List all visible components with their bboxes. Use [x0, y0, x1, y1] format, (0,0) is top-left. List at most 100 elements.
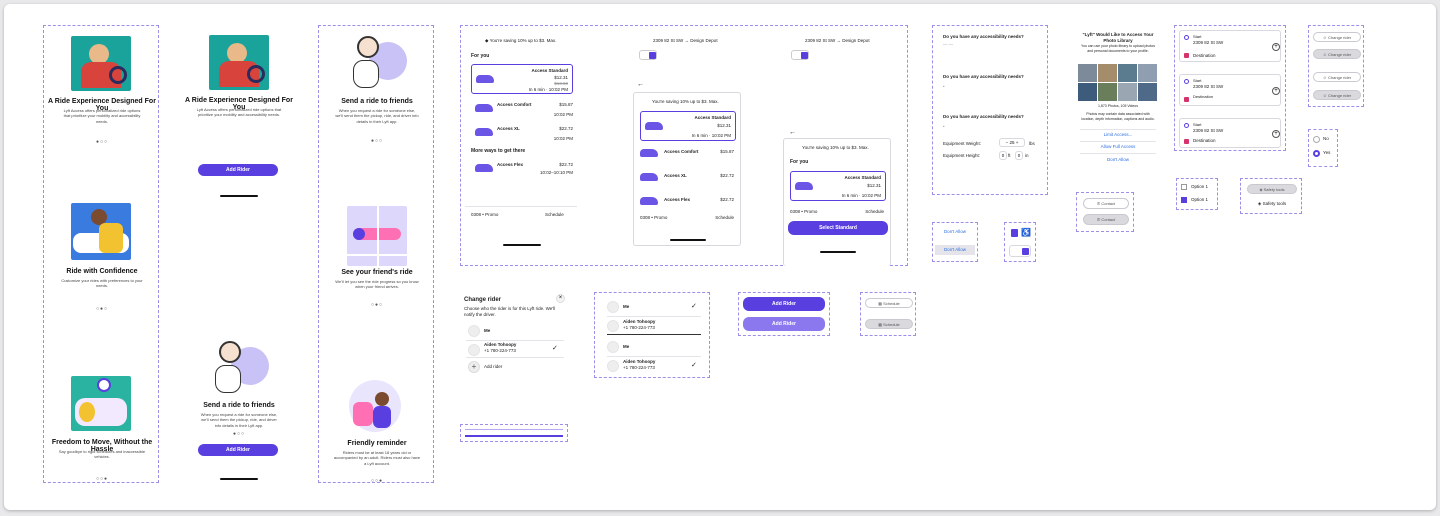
add-icon[interactable]: +	[468, 361, 480, 373]
savings-banner: You're saving 10% up to $3. Max.	[652, 99, 719, 104]
add-stop-icon[interactable]: +	[1272, 43, 1280, 51]
in-unit: in	[1025, 153, 1029, 158]
schedule-button[interactable]: ▦ Schedule	[865, 298, 913, 308]
section-more-ways: More ways to get there	[471, 148, 526, 154]
ride-price: $12.31	[867, 183, 881, 188]
ride-option-standard[interactable]: Access Standard $12.31 $13.60 In 6 min ·…	[471, 64, 573, 94]
ride-name[interactable]: Access Comfort	[664, 149, 699, 155]
add-rider-button[interactable]: Add Rider	[198, 164, 278, 176]
illustration-freedom	[71, 376, 131, 431]
ride-eta: 10:02–10:10 PM	[539, 170, 573, 175]
ride-option-xl[interactable]: Access XL $22.72 10:02 PM	[471, 124, 573, 144]
section-for-you: For you	[471, 53, 490, 59]
add-rider-button[interactable]: Add Rider	[743, 297, 825, 311]
ride-eta: In 6 min · 10:02 PM	[528, 87, 568, 92]
ride-option-comfort[interactable]: Access Comfort $15.87 10:02 PM	[471, 100, 573, 120]
checkbox-checked[interactable]	[1181, 197, 1187, 203]
change-rider-button[interactable]: ☺ Change rider	[1313, 32, 1361, 42]
page-dots: ○○●	[370, 478, 384, 484]
safety-tools-variants: ◈ Safety tools ◈ Safety tools	[1240, 178, 1302, 214]
ride-name[interactable]: Access Flex	[664, 197, 690, 203]
route-header: 2309 82 St SW → Design Depot	[805, 38, 870, 43]
ride-price: $12.31	[717, 123, 731, 128]
ride-option-standard[interactable]: Access Standard $12.31 In 6 min · 10:02 …	[640, 111, 736, 141]
radio-no[interactable]	[1313, 136, 1320, 143]
contact-button-variants: ✆ Contact ✆ Contact	[1076, 192, 1134, 232]
weight-stepper[interactable]: − 25 +	[999, 138, 1025, 147]
destination-label: Destination	[1193, 138, 1216, 143]
onboarding-title: Send a ride to friends	[341, 98, 413, 105]
ride-price: $15.87	[720, 149, 734, 154]
radio-yes-selected[interactable]	[1313, 150, 1320, 157]
add-rider-button[interactable]: Add Rider	[198, 444, 278, 456]
page-dots: ●○○	[232, 431, 246, 437]
onboarding-body: Say goodbye to rigid schedules and inacc…	[58, 449, 146, 460]
rider-me[interactable]: Me	[623, 344, 629, 350]
change-rider-button-pressed[interactable]: ☺ Change rider	[1313, 90, 1361, 100]
change-rider-title: Change rider	[464, 297, 502, 303]
back-arrow-icon[interactable]: ←	[637, 80, 644, 89]
dont-allow-button[interactable]: Don't Allow	[935, 229, 975, 235]
weight-unit: lbs	[1029, 141, 1035, 146]
contact-button-pressed[interactable]: ✆ Contact	[1083, 214, 1129, 225]
divider-component	[460, 424, 568, 442]
change-rider-button[interactable]: ☺ Change rider	[1313, 72, 1361, 82]
page-dots: ●○○	[95, 139, 109, 145]
start-label: Start	[1193, 122, 1202, 127]
schedule-link[interactable]: Schedule	[545, 212, 564, 218]
safety-tools-button-pressed[interactable]: ◈ Safety tools	[1247, 184, 1297, 194]
accessibility-toggle[interactable]	[639, 50, 657, 60]
change-rider-button-pressed[interactable]: ☺ Change rider	[1313, 49, 1361, 59]
illustration-send-ride	[209, 339, 269, 397]
home-indicator	[670, 239, 706, 241]
add-rider-button-disabled[interactable]: Add Rider	[743, 317, 825, 331]
dont-allow-button[interactable]: Don't Allow	[1080, 157, 1156, 163]
onboarding-title: Friendly reminder	[347, 440, 407, 447]
route-card[interactable]: Start 2309 82 St SW Destination +	[1179, 74, 1281, 106]
ride-price: $15.87	[559, 102, 573, 107]
radio-variants: No Yes	[1308, 129, 1338, 167]
accessibility-toggle[interactable]	[1009, 245, 1031, 257]
schedule-link[interactable]: Schedule	[715, 215, 734, 221]
ride-name[interactable]: Access XL	[664, 173, 687, 179]
ride-name: Access Flex	[497, 162, 524, 167]
add-rider-link[interactable]: Add rider	[484, 364, 502, 370]
rider-me[interactable]: Me	[484, 328, 490, 334]
design-canvas: A Ride Experience Designed For You Lyft …	[4, 4, 1436, 510]
checkbox[interactable]	[1181, 184, 1187, 190]
accessibility-toggle[interactable]	[791, 50, 809, 60]
select-standard-button[interactable]: Select Standard	[788, 221, 888, 235]
route-card[interactable]: Start 2309 82 St SW Destination +	[1179, 118, 1281, 148]
height-in-field[interactable]: 0	[1015, 151, 1023, 160]
onboarding-body: Customize your rides with preferences to…	[61, 278, 143, 289]
safety-tools-button[interactable]: ◈ Safety tools	[1247, 201, 1297, 207]
dont-allow-button-pressed[interactable]: Don't Allow	[935, 245, 975, 255]
close-icon[interactable]: ×	[556, 294, 565, 303]
limit-access-button[interactable]: Limit Access...	[1080, 132, 1156, 138]
add-stop-icon[interactable]: +	[1272, 87, 1280, 95]
payment-method[interactable]: 0308 • Promo	[790, 209, 817, 215]
back-arrow-icon[interactable]: ←	[789, 128, 796, 137]
car-icon	[476, 75, 494, 83]
payment-method[interactable]: 0308 • Promo	[471, 212, 498, 218]
illustration-reminder	[347, 378, 407, 434]
schedule-button-pressed[interactable]: ▦ Schedule	[865, 319, 913, 329]
car-icon	[475, 104, 493, 112]
check-icon: ✓	[691, 303, 697, 310]
onboarding-body: When you request a ride for someone else…	[200, 412, 278, 428]
contact-button[interactable]: ✆ Contact	[1083, 198, 1129, 209]
avatar	[607, 320, 619, 332]
start-address: 2309 82 St SW	[1193, 84, 1224, 89]
allow-full-access-button[interactable]: Allow Full Access	[1080, 144, 1156, 150]
page-dots: ○○●	[95, 476, 109, 482]
illustration-riders	[209, 35, 269, 90]
ride-option-standard[interactable]: Access Standard $12.31 In 6 min · 10:02 …	[790, 171, 886, 201]
schedule-link[interactable]: Schedule	[865, 209, 884, 215]
route-card[interactable]: Start 2309 82 St SW Destination +	[1179, 30, 1281, 62]
rider-me[interactable]: Me	[623, 304, 629, 310]
height-ft-field[interactable]: 0	[999, 151, 1007, 160]
payment-method[interactable]: 0308 • Promo	[640, 215, 667, 221]
ride-eta: 10:02 PM	[553, 136, 573, 141]
add-stop-icon[interactable]: +	[1272, 130, 1280, 138]
ride-option-flex[interactable]: Access Flex $22.72 10:02–10:10 PM	[471, 160, 573, 180]
